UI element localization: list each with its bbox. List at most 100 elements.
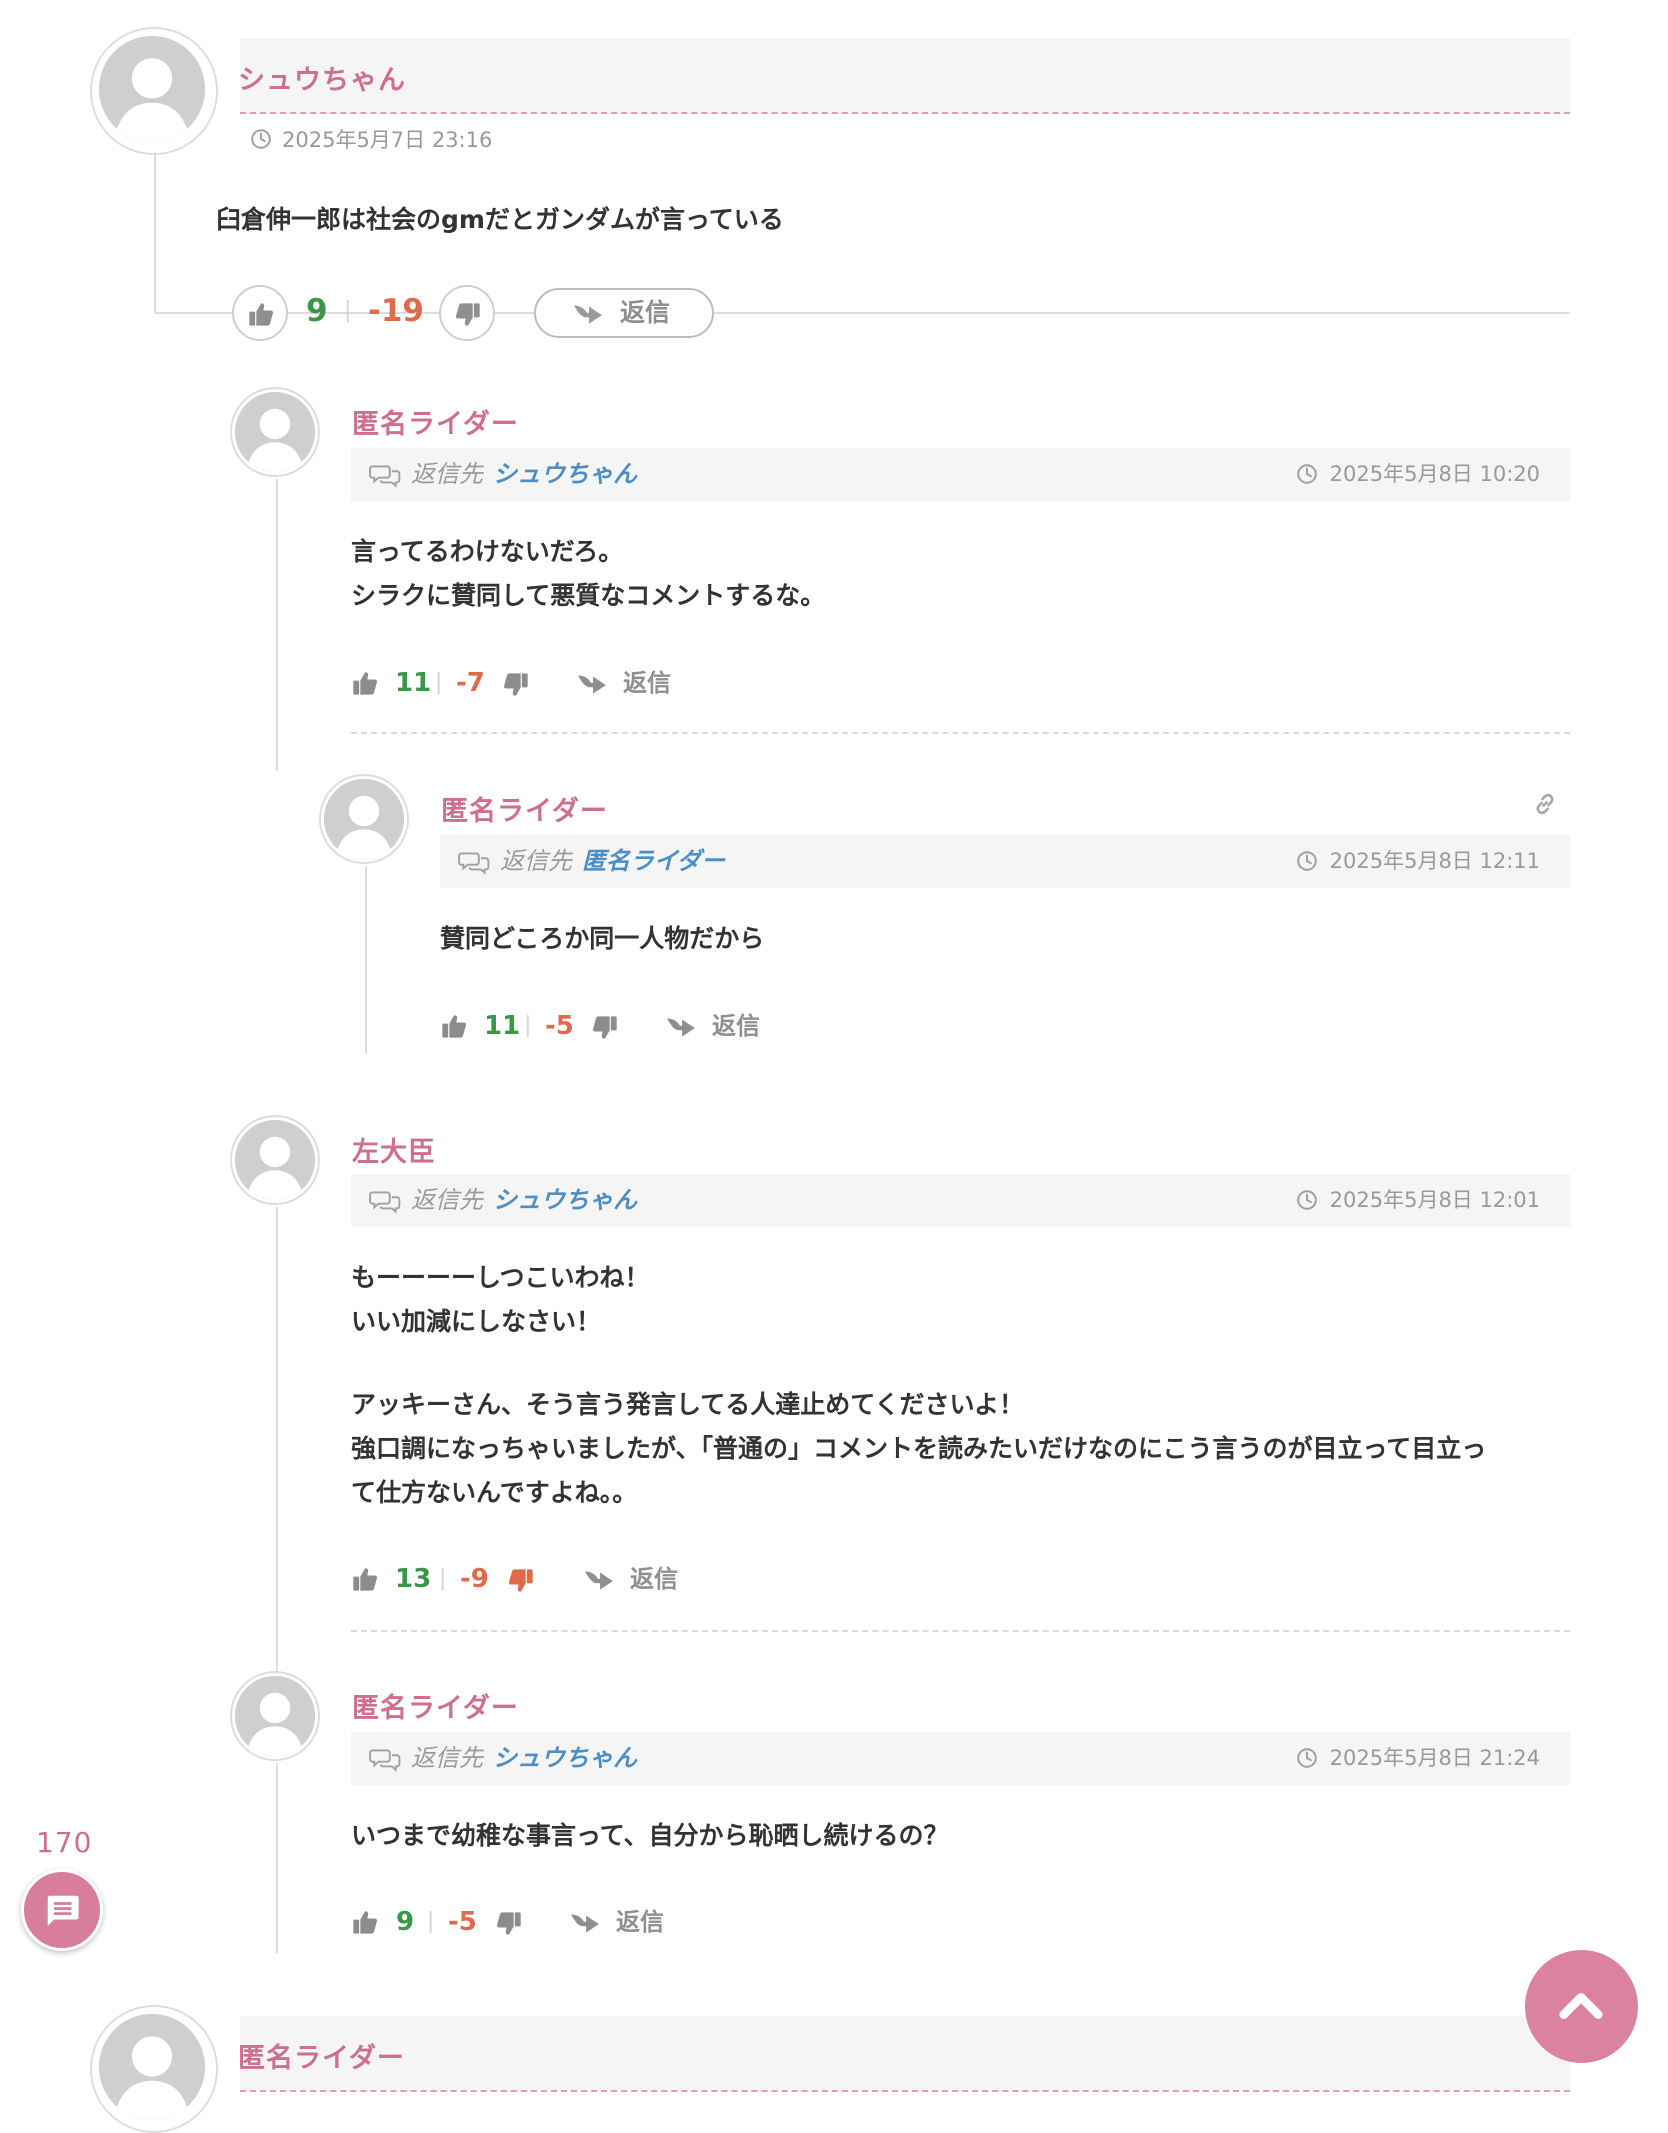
like-count: 9 (396, 1907, 415, 1937)
body-line: 言ってるわけないだろ。 (351, 537, 624, 566)
reply-arrow-icon[interactable] (569, 1910, 601, 1936)
speech-bubbles-icon (458, 849, 490, 875)
thread-line (276, 1207, 278, 1681)
comment-body: もーーーーしつこいわね！ いい加減にしなさい！ アッキーさん、そう言う発言してる… (351, 1256, 1486, 1515)
action-line (491, 312, 536, 314)
comment-date: 2025年5月7日 23:16 (250, 124, 492, 154)
speech-bubbles-icon (369, 1188, 401, 1214)
dislike-count: -5 (448, 1907, 477, 1937)
comment-body: 賛同どころか同一人物だから (440, 917, 764, 961)
body-line: て仕方ないんですよね。。 (351, 1478, 638, 1507)
thread-line (365, 866, 367, 1054)
date-text: 2025年5月8日 10:20 (1329, 462, 1540, 486)
thread-line (276, 1763, 278, 1953)
body-line: 臼倉伸一郎は社会のgmだとガンダムが言っている (216, 205, 784, 234)
dislike-button[interactable] (439, 285, 495, 341)
avatar (232, 1673, 318, 1759)
reply-to-bar: 返信先 シュウちゃん 2025年5月8日 12:01 (351, 1174, 1570, 1227)
clock-icon (250, 128, 272, 150)
thread-line (154, 152, 156, 313)
comment-divider (351, 1630, 1570, 1632)
thumbs-up-icon (247, 300, 275, 328)
reply-to-name[interactable]: シュウちゃん (493, 1186, 637, 1214)
date-text: 2025年5月8日 21:24 (1329, 1746, 1540, 1770)
reply-to-prefix: 返信先 (411, 1186, 483, 1214)
avatar (232, 389, 318, 475)
comment-body: 言ってるわけないだろ。 シラクに賛同して悪質なコメントするな。 (351, 530, 825, 618)
body-line: いつまで幼稚な事言って、自分から恥晒し続けるの？ (351, 1821, 949, 1850)
comment-date: 2025年5月8日 21:24 (1296, 1732, 1540, 1785)
comment-author[interactable]: 左大臣 (352, 1130, 436, 1169)
reply-label: 返信 (620, 298, 671, 327)
thumbs-down-icon[interactable] (502, 671, 530, 699)
date-text: 2025年5月8日 12:01 (1329, 1188, 1540, 1212)
reply-to-name[interactable]: シュウちゃん (493, 1744, 637, 1772)
clock-icon (1296, 463, 1318, 485)
reply-to: 返信先 シュウちゃん (369, 1732, 637, 1785)
speech-bubbles-icon (369, 462, 401, 488)
reply-arrow-icon (572, 301, 604, 327)
comment-author[interactable]: 匿名ライダー (238, 2036, 405, 2075)
thread-line (154, 312, 236, 314)
thumbs-down-icon[interactable] (507, 1567, 535, 1595)
comment-date: 2025年5月8日 12:01 (1296, 1174, 1540, 1227)
like-count: 11 (484, 1011, 521, 1041)
date-text: 2025年5月8日 12:11 (1329, 849, 1540, 873)
reply-button[interactable]: 返信 (534, 288, 714, 338)
thumbs-down-icon[interactable] (495, 1910, 523, 1938)
comment-author[interactable]: 匿名ライダー (441, 789, 608, 828)
comment-author[interactable]: シュウちゃん (238, 58, 406, 97)
clock-icon (1296, 850, 1318, 872)
reply-button[interactable]: 返信 (630, 1559, 678, 1599)
comment-body: いつまで幼稚な事言って、自分から恥晒し続けるの？ (351, 1814, 949, 1858)
reply-to-prefix: 返信先 (411, 1744, 483, 1772)
date-text: 2025年5月7日 23:16 (282, 128, 493, 152)
reply-button[interactable]: 返信 (623, 663, 671, 703)
thumbs-down-icon[interactable] (591, 1014, 619, 1042)
thumbs-up-icon[interactable] (351, 1565, 379, 1593)
vote-separator: | (427, 1909, 435, 1934)
body-line: アッキーさん、そう言う発言してる人達止めてくださいよ！ (351, 1390, 1025, 1419)
vote-row: 9 | -5 返信 (351, 1902, 751, 1942)
comments-fab[interactable] (21, 1869, 103, 1951)
reply-arrow-icon[interactable] (576, 671, 608, 697)
reply-arrow-icon[interactable] (583, 1567, 615, 1593)
clock-icon (1296, 1189, 1318, 1211)
body-line: もーーーーしつこいわね！ (351, 1263, 650, 1292)
clock-icon (1296, 1747, 1318, 1769)
vote-row: 13 | -9 返信 (351, 1559, 751, 1599)
action-line (712, 312, 1570, 314)
comment-header (240, 38, 1570, 114)
comment-date: 2025年5月8日 10:20 (1296, 448, 1540, 501)
thumbs-up-icon[interactable] (351, 1908, 379, 1936)
scroll-top-button[interactable] (1525, 1950, 1638, 2063)
dislike-count: -19 (368, 293, 425, 329)
thread-line (276, 479, 278, 771)
reply-to-name[interactable]: 匿名ライダー (582, 847, 725, 875)
dislike-count: -7 (456, 668, 485, 698)
comment-header (240, 2016, 1570, 2092)
like-count: 13 (395, 1564, 432, 1594)
vote-separator: | (435, 670, 443, 695)
thumbs-up-icon[interactable] (440, 1012, 468, 1040)
thumbs-up-icon[interactable] (351, 669, 379, 697)
comment-author[interactable]: 匿名ライダー (352, 402, 519, 441)
reply-button[interactable]: 返信 (616, 1902, 664, 1942)
dislike-count: -9 (460, 1564, 489, 1594)
reply-arrow-icon[interactable] (665, 1014, 697, 1040)
like-button[interactable] (232, 285, 288, 341)
link-icon[interactable] (1532, 791, 1558, 817)
vote-separator: | (439, 1566, 447, 1591)
avatar (99, 36, 205, 142)
thumbs-down-icon (454, 301, 482, 329)
like-count: 11 (395, 668, 432, 698)
reply-button[interactable]: 返信 (712, 1006, 760, 1046)
comment-author[interactable]: 匿名ライダー (352, 1686, 519, 1725)
chevron-up-icon (1559, 1993, 1603, 2019)
reply-to-bar: 返信先 シュウちゃん 2025年5月8日 10:20 (351, 448, 1570, 501)
message-icon (47, 1895, 79, 1926)
reply-to-name[interactable]: シュウちゃん (493, 460, 637, 488)
avatar (99, 2014, 205, 2120)
reply-to-bar: 返信先 シュウちゃん 2025年5月8日 21:24 (351, 1732, 1570, 1785)
speech-bubbles-icon (369, 1746, 401, 1772)
